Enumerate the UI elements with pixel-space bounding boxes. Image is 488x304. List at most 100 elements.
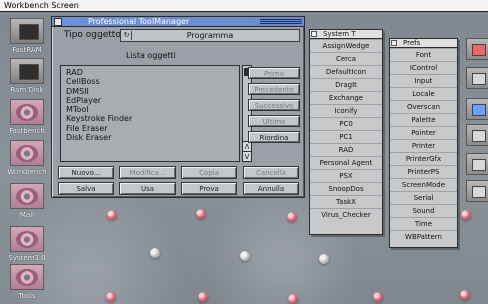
dock-system3[interactable]: System3.0 xyxy=(4,226,50,262)
disk-icon xyxy=(10,183,44,209)
diamond-icon[interactable] xyxy=(466,124,488,146)
dock-fastram[interactable]: FastRAM xyxy=(4,18,50,54)
tool-icon[interactable] xyxy=(466,38,488,60)
system-menu-header[interactable]: System T xyxy=(310,30,382,39)
wallpaper-dot xyxy=(198,292,208,302)
list-item[interactable]: EdPlayer xyxy=(66,96,236,105)
menu-item-assignwedge[interactable]: AssignWedge xyxy=(310,39,382,52)
dock-label-mail: Mail xyxy=(19,211,35,219)
dock-tools[interactable]: Tools xyxy=(4,264,50,300)
reorder-button[interactable]: Riordina xyxy=(248,131,300,143)
menu-item-palette[interactable]: Palette xyxy=(390,113,457,126)
last-button[interactable]: Ultimo xyxy=(248,115,300,127)
dock-fastbench[interactable]: Fastbench xyxy=(4,99,50,135)
cancel-button[interactable]: Annulla xyxy=(243,182,299,195)
previous-button[interactable]: Precedente xyxy=(248,83,300,95)
dock-workbench[interactable]: Workbench xyxy=(4,140,50,176)
titlebar-stripes xyxy=(260,19,302,25)
menu-item-serial[interactable]: Serial xyxy=(390,191,457,204)
disk-icon xyxy=(10,226,44,252)
wallpaper-dot xyxy=(319,254,329,264)
delete-button[interactable]: Cancella xyxy=(243,166,299,179)
wallpaper-dot xyxy=(196,209,206,219)
list-item[interactable]: Disk Eraser xyxy=(66,133,236,142)
first-button[interactable]: Primo xyxy=(248,67,300,79)
save-button[interactable]: Salva xyxy=(58,182,114,195)
wallpaper-dot xyxy=(150,248,160,258)
menu-item-icontrol[interactable]: IControl xyxy=(390,61,457,74)
type-selector[interactable]: ↻ Programma xyxy=(120,29,300,42)
system-menu: System T AssignWedge Cerca DefaultIcon D… xyxy=(309,29,383,235)
list-item[interactable]: File Eraser xyxy=(66,124,236,133)
dock-label-workbench: Workbench xyxy=(7,168,47,176)
menu-item-psx[interactable]: PSX xyxy=(310,169,382,182)
menu-item-personal-agent[interactable]: Personal Agent xyxy=(310,156,382,169)
prefs-menu-header[interactable]: Prefs xyxy=(390,39,457,48)
menu-item-pc1[interactable]: PC1 xyxy=(310,130,382,143)
wallpaper-dot xyxy=(287,212,297,222)
wallpaper-dot xyxy=(240,251,250,261)
list-item[interactable]: CellBoss xyxy=(66,77,236,86)
menu-item-overscan[interactable]: Overscan xyxy=(390,100,457,113)
test-button[interactable]: Prova xyxy=(181,182,237,195)
menu-item-wbpattern[interactable]: WBPattern xyxy=(390,230,457,243)
menu-item-time[interactable]: Time xyxy=(390,217,457,230)
printer-icon[interactable] xyxy=(466,67,488,89)
menu-item-screenmode[interactable]: ScreenMode xyxy=(390,178,457,191)
dock-ram-disk[interactable]: Ram Disk xyxy=(4,58,50,94)
globe-icon[interactable] xyxy=(466,98,488,120)
wallpaper-dot xyxy=(106,292,116,302)
menu-item-locale[interactable]: Locale xyxy=(390,87,457,100)
next-button[interactable]: Successivo xyxy=(248,99,300,111)
list-item[interactable]: Keystroke Finder xyxy=(66,114,236,123)
menu-item-iconify[interactable]: Iconify xyxy=(310,104,382,117)
use-button[interactable]: Usa xyxy=(119,182,176,195)
dock-mail[interactable]: Mail xyxy=(4,183,50,219)
screen-title: Workbench Screen xyxy=(4,1,79,10)
ram-disk-icon xyxy=(10,58,44,84)
screen-title-bar: Workbench Screen xyxy=(0,0,488,12)
menu-item-cerca[interactable]: Cerca xyxy=(310,52,382,65)
list-item[interactable]: MTool xyxy=(66,105,236,114)
menu-item-sound[interactable]: Sound xyxy=(390,204,457,217)
type-value: Programma xyxy=(186,31,234,40)
chart-icon[interactable] xyxy=(466,153,488,175)
menu-item-taskx[interactable]: TaskX xyxy=(310,195,382,208)
menu-item-font[interactable]: Font xyxy=(390,48,457,61)
menu-item-virus-checker[interactable]: Virus_Checker xyxy=(310,208,382,221)
close-icon[interactable] xyxy=(54,18,62,26)
dock-label-ram-disk: Ram Disk xyxy=(10,86,44,94)
wallpaper-dot xyxy=(373,292,383,302)
copy-button[interactable]: Copia xyxy=(181,166,237,179)
list-item[interactable]: DMSII xyxy=(66,87,236,96)
objects-list[interactable]: RAD CellBoss DMSII EdPlayer MTool Keystr… xyxy=(60,65,240,162)
new-button[interactable]: Nuovo... xyxy=(58,166,114,179)
list-scrollbar[interactable]: Λ V xyxy=(242,65,252,162)
system-menu-title: System T xyxy=(323,30,356,38)
list-item[interactable]: RAD xyxy=(66,68,236,77)
close-icon[interactable] xyxy=(311,31,317,37)
dock-label-system3: System3.0 xyxy=(8,254,46,262)
wallpaper-dot xyxy=(461,210,471,220)
menu-item-exchange[interactable]: Exchange xyxy=(310,91,382,104)
list-title: Lista oggetti xyxy=(126,51,176,60)
dock-label-tools: Tools xyxy=(18,292,36,300)
wallpaper-dot xyxy=(460,290,470,300)
window-title: Professional ToolManager xyxy=(88,17,190,26)
wallpaper-dot xyxy=(288,294,298,304)
menu-item-pc0[interactable]: PC0 xyxy=(310,117,382,130)
down-arrow-icon[interactable]: V xyxy=(243,151,251,161)
close-icon[interactable] xyxy=(391,40,397,46)
menu-item-printerps[interactable]: PrinterPS xyxy=(390,165,457,178)
modify-button[interactable]: Modifica... xyxy=(119,166,176,179)
menu-item-defaulticon[interactable]: DefaultIcon xyxy=(310,65,382,78)
menu-item-input[interactable]: Input xyxy=(390,74,457,87)
window-icon[interactable] xyxy=(466,180,488,202)
menu-item-printer[interactable]: Printer xyxy=(390,139,457,152)
menu-item-snoopdos[interactable]: SnoopDos xyxy=(310,182,382,195)
menu-item-dragit[interactable]: DragIt xyxy=(310,78,382,91)
menu-item-pointer[interactable]: Pointer xyxy=(390,126,457,139)
menu-item-rad[interactable]: RAD xyxy=(310,143,382,156)
window-titlebar[interactable]: Professional ToolManager xyxy=(52,17,304,27)
menu-item-printergfx[interactable]: PrinterGfx xyxy=(390,152,457,165)
